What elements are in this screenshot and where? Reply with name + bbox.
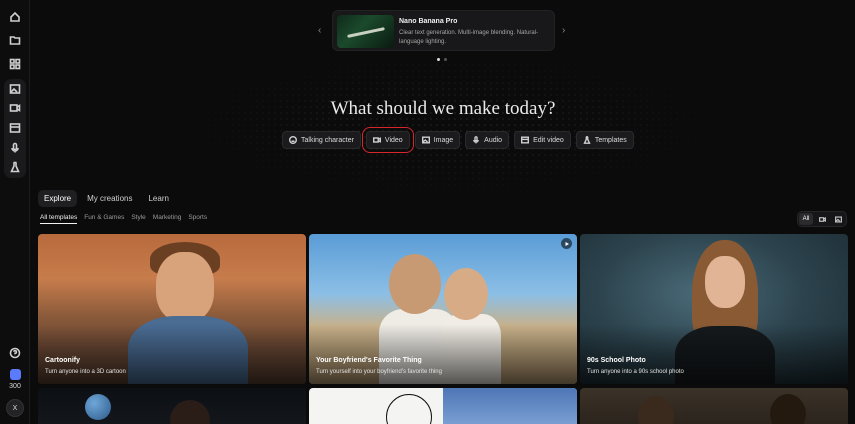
dot-pattern-background: [170, 50, 730, 200]
template-card-90s-school-photo[interactable]: 90s School Photo Turn anyone into a 90s …: [580, 234, 848, 384]
subtab-style[interactable]: Style: [131, 214, 145, 224]
image-icon[interactable]: [6, 80, 24, 98]
credits-icon[interactable]: [10, 369, 21, 380]
avatar[interactable]: X: [6, 399, 24, 417]
carousel-pagination: [437, 58, 447, 61]
feature-carousel-card[interactable]: Nano Banana Pro Clear text generation. M…: [332, 10, 555, 51]
chip-label: Video: [384, 136, 403, 144]
filter-video[interactable]: [815, 213, 829, 225]
carousel-thumbnail: [337, 15, 394, 48]
media-type-filter: All: [797, 211, 847, 227]
template-card[interactable]: [309, 388, 577, 424]
tab-my-creations[interactable]: My creations: [81, 190, 138, 207]
home-icon[interactable]: [6, 8, 24, 26]
apps-grid-icon[interactable]: [6, 55, 24, 73]
subtab-all-templates[interactable]: All templates: [40, 214, 78, 224]
edit-video-icon[interactable]: [6, 119, 24, 137]
card-shade: [580, 324, 848, 384]
image-icon: [834, 215, 842, 223]
smiley-icon: [289, 136, 297, 144]
card-illustration: [85, 394, 111, 420]
chip-video[interactable]: Video: [361, 127, 414, 153]
tab-learn[interactable]: Learn: [142, 190, 174, 207]
carousel-description: Clear text generation. Multi-image blend…: [399, 30, 539, 45]
microphone-icon: [473, 136, 480, 144]
chip-label: Audio: [484, 136, 503, 144]
image-icon: [421, 136, 430, 144]
carousel-dot-1[interactable]: [437, 58, 440, 61]
carousel-prev-arrow[interactable]: ‹: [318, 25, 321, 36]
template-category-tabs: All templates Fun & Games Style Marketin…: [40, 214, 207, 224]
card-illustration: [170, 400, 210, 424]
chip-label: Talking character: [301, 136, 354, 144]
card-subtitle: Turn yourself into your boyfriend's favo…: [316, 369, 442, 375]
chip-image[interactable]: Image: [414, 131, 461, 149]
edit-video-icon: [521, 136, 530, 144]
card-title: Your Boyfriend's Favorite Thing: [316, 357, 422, 364]
subtab-sports[interactable]: Sports: [188, 214, 207, 224]
play-icon[interactable]: [561, 238, 572, 249]
card-illustration: [389, 254, 441, 314]
subtab-fun-games[interactable]: Fun & Games: [84, 214, 124, 224]
credits-count: 300: [9, 383, 21, 390]
card-illustration: [156, 252, 214, 322]
card-subtitle: Turn anyone into a 3D cartoon: [45, 369, 126, 375]
template-card-boyfriend-favorite[interactable]: Your Boyfriend's Favorite Thing Turn you…: [309, 234, 577, 384]
card-illustration: [705, 256, 745, 308]
card-title: 90s School Photo: [587, 357, 646, 364]
card-illustration: [770, 394, 806, 424]
card-title: Cartoonify: [45, 357, 80, 364]
flask-icon: [583, 136, 591, 144]
card-illustration: [386, 394, 432, 424]
tab-explore[interactable]: Explore: [38, 190, 78, 207]
flask-icon[interactable]: [6, 158, 24, 176]
video-icon: [372, 137, 381, 143]
card-subtitle: Turn anyone into a 90s school photo: [587, 369, 684, 375]
card-shade: [309, 324, 577, 384]
card-illustration: [444, 268, 488, 320]
sidebar: 300 X: [0, 0, 30, 424]
create-type-chips: Talking character Video Image Audio Edit…: [282, 127, 634, 153]
chip-talking-character[interactable]: Talking character: [282, 131, 361, 149]
chip-templates[interactable]: Templates: [575, 131, 634, 149]
card-illustration: [638, 396, 674, 424]
card-illustration: [443, 388, 577, 424]
template-card-cartoonify[interactable]: Cartoonify Turn anyone into a 3D cartoon: [38, 234, 306, 384]
chip-audio[interactable]: Audio: [465, 131, 510, 149]
subtab-marketing[interactable]: Marketing: [153, 214, 182, 224]
carousel-title: Nano Banana Pro: [399, 18, 458, 25]
chip-edit-video[interactable]: Edit video: [514, 131, 571, 149]
filter-image[interactable]: [831, 213, 845, 225]
filter-all[interactable]: All: [799, 213, 813, 225]
chip-label: Templates: [594, 136, 627, 144]
card-shade: [38, 324, 306, 384]
chip-label: Edit video: [533, 136, 564, 144]
template-card[interactable]: [580, 388, 848, 424]
template-card[interactable]: [38, 388, 306, 424]
chip-label: Image: [433, 136, 454, 144]
folder-icon[interactable]: [6, 31, 24, 49]
carousel-next-arrow[interactable]: ›: [562, 25, 565, 36]
help-icon[interactable]: [6, 344, 24, 362]
microphone-icon[interactable]: [6, 139, 24, 157]
video-icon: [818, 216, 826, 222]
main-tabs: Explore My creations Learn: [38, 190, 175, 207]
carousel-dot-2[interactable]: [444, 58, 447, 61]
page-heading: What should we make today?: [330, 98, 556, 119]
